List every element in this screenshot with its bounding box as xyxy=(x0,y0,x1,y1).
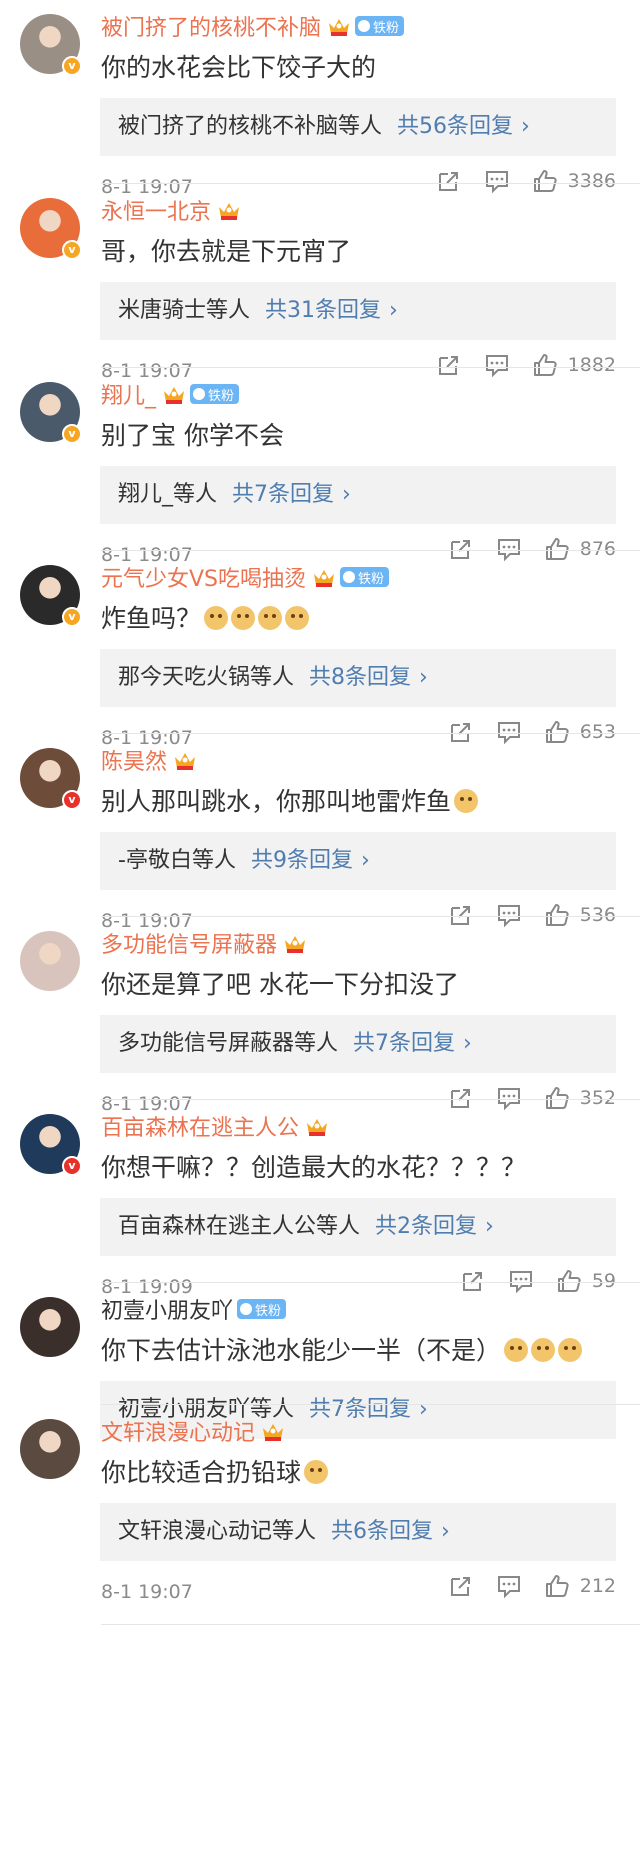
reply-count: 共2条回复 xyxy=(375,1214,478,1239)
crown-icon xyxy=(329,19,350,36)
reply-count: 共56条回复 xyxy=(397,114,514,139)
chevron-right-icon: › xyxy=(419,665,428,690)
reply-users: 百亩森林在逃主人公等人 xyxy=(118,1214,361,1239)
chevron-right-icon: › xyxy=(360,848,370,873)
replies-summary[interactable]: 被门挤了的核桃不补脑等人 共56条回复 › xyxy=(100,98,616,156)
verified-badge-icon: v xyxy=(62,607,82,627)
doge-emoji-icon xyxy=(558,1338,583,1362)
verified-badge-icon: v xyxy=(62,240,82,260)
fan-badge: 铁粉 xyxy=(340,567,390,587)
doge-emoji-icon xyxy=(231,606,256,630)
reply-users: 文轩浪漫心动记等人 xyxy=(118,1519,317,1544)
doge-emoji-icon xyxy=(285,606,310,630)
reply-count: 共8条回复 xyxy=(309,665,412,690)
chevron-right-icon: › xyxy=(342,482,351,507)
verified-badge-icon: v xyxy=(62,56,82,76)
fan-badge: 铁粉 xyxy=(237,1299,287,1319)
reply-users: 米唐骑士等人 xyxy=(118,298,251,323)
comment-item: v 元气少女VS吃喝抽烫 铁粉 炸鱼吗？ 那今天吃火锅等人 共8条回复 › 8-1 … xyxy=(0,551,640,749)
reply-users: 多功能信号屏蔽器等人 xyxy=(118,1031,339,1056)
replies-summary[interactable]: 多功能信号屏蔽器等人 共7条回复 › xyxy=(100,1015,616,1073)
comment-item: v 被门挤了的核桃不补脑 铁粉 你的水花会比下饺子大的 被门挤了的核桃不补脑等人 … xyxy=(0,0,640,198)
fan-badge: 铁粉 xyxy=(190,384,240,404)
fan-badge: 铁粉 xyxy=(355,16,405,36)
replies-summary[interactable]: 文轩浪漫心动记等人 共6条回复 › xyxy=(100,1503,616,1561)
replies-summary[interactable]: 翔儿_等人 共7条回复 › xyxy=(100,466,616,524)
replies-summary[interactable]: 米唐骑士等人 共31条回复 › xyxy=(100,282,616,340)
like-count: 212 xyxy=(579,1575,616,1597)
reply-count: 共31条回复 xyxy=(265,298,382,323)
comment-text: 你想干嘛？？创造最大的水花？？？？ xyxy=(101,1153,527,1182)
avatar[interactable] xyxy=(20,1419,80,1479)
verified-badge-icon: v xyxy=(62,424,82,444)
comment-item: v 永恒一北京 哥，你去就是下元宵了 米唐骑士等人 共31条回复 › 8-1 19… xyxy=(0,184,640,382)
verified-badge-icon: v xyxy=(62,1156,82,1176)
avatar[interactable] xyxy=(20,1297,80,1357)
replies-summary[interactable]: 百亩森林在逃主人公等人 共2条回复 › xyxy=(100,1198,616,1256)
chevron-right-icon: › xyxy=(441,1519,450,1544)
comment-text: 你的水花会比下饺子大的 xyxy=(101,53,377,82)
verified-badge-icon: v xyxy=(62,790,82,810)
doge-emoji-icon xyxy=(531,1338,556,1362)
comment-text: 你比较适合扔铅球 xyxy=(101,1453,329,1489)
comment-item: 初壹小朋友吖 铁粉 你下去估计泳池水能少一半（不是） 初壹小朋友吖等人 共7条回复… xyxy=(0,1283,640,1439)
doge-emoji-icon xyxy=(454,789,479,813)
comment-text: 别人那叫跳水，你那叫地雷炸鱼 xyxy=(101,782,479,818)
username[interactable]: 被门挤了的核桃不补脑 铁粉 xyxy=(101,10,405,42)
chevron-right-icon: › xyxy=(389,298,398,323)
divider xyxy=(101,1624,640,1625)
crown-icon xyxy=(307,1119,328,1136)
username[interactable]: 翔儿_ 铁粉 xyxy=(101,378,240,410)
replies-summary[interactable]: -亭敬白等人 共9条回复 › xyxy=(100,832,616,890)
comment-actions: 212 xyxy=(426,1573,616,1599)
replies-summary[interactable]: 那今天吃火锅等人 共8条回复 › xyxy=(100,649,616,707)
username[interactable]: 初壹小朋友吖 铁粉 xyxy=(101,1293,287,1325)
reply-users: -亭敬白等人 xyxy=(118,848,236,873)
comment-item: 文轩浪漫心动记 你比较适合扔铅球 文轩浪漫心动记等人 共6条回复 › 8-1 19… xyxy=(0,1405,640,1625)
comment-item: v 陈昊然 别人那叫跳水，你那叫地雷炸鱼 -亭敬白等人 共9条回复 › 8-1 1… xyxy=(0,734,640,932)
comment-item: 多功能信号屏蔽器 你还是算了吧 水花一下分扣没了 多功能信号屏蔽器等人 共7条回… xyxy=(0,917,640,1115)
crown-icon xyxy=(219,203,240,220)
doge-emoji-icon xyxy=(504,1338,529,1362)
reply-count: 共9条回复 xyxy=(250,848,353,873)
username[interactable]: 百亩森林在逃主人公 xyxy=(101,1110,329,1142)
comment-item: v 翔儿_ 铁粉 别了宝 你学不会 翔儿_等人 共7条回复 › 8-1 19:07 … xyxy=(0,368,640,566)
comment-text: 你下去估计泳池水能少一半（不是） xyxy=(101,1331,583,1367)
crown-icon xyxy=(314,570,335,587)
comment-text: 别了宝 你学不会 xyxy=(101,421,284,450)
doge-emoji-icon xyxy=(304,1460,329,1484)
comment-time: 8-1 19:07 xyxy=(101,1581,193,1603)
comment-text: 哥，你去就是下元宵了 xyxy=(101,237,352,266)
crown-icon xyxy=(263,1424,284,1441)
share-icon[interactable] xyxy=(448,1573,474,1599)
comment-text: 你还是算了吧 水花一下分扣没了 xyxy=(101,970,459,999)
comment-icon[interactable] xyxy=(496,1573,522,1599)
chevron-right-icon: › xyxy=(463,1031,472,1056)
reply-users: 被门挤了的核桃不补脑等人 xyxy=(118,114,383,139)
crown-icon xyxy=(175,753,196,770)
username[interactable]: 文轩浪漫心动记 xyxy=(101,1415,285,1447)
crown-icon xyxy=(285,936,306,953)
chevron-right-icon: › xyxy=(521,114,530,139)
like-button[interactable]: 212 xyxy=(544,1573,616,1599)
doge-emoji-icon xyxy=(258,606,283,630)
comment-item: v 百亩森林在逃主人公 你想干嘛？？创造最大的水花？？？？ 百亩森林在逃主人公等… xyxy=(0,1100,640,1298)
comment-text: 炸鱼吗？ xyxy=(101,599,310,635)
reply-users: 那今天吃火锅等人 xyxy=(118,665,295,690)
like-icon xyxy=(545,1575,569,1597)
chevron-right-icon: › xyxy=(485,1214,494,1239)
reply-count: 共7条回复 xyxy=(353,1031,456,1056)
username[interactable]: 陈昊然 xyxy=(101,744,197,776)
username[interactable]: 永恒一北京 xyxy=(101,194,241,226)
doge-emoji-icon xyxy=(204,606,229,630)
crown-icon xyxy=(164,387,185,404)
reply-users: 翔儿_等人 xyxy=(118,482,218,507)
username[interactable]: 多功能信号屏蔽器 xyxy=(101,927,307,959)
reply-count: 共7条回复 xyxy=(232,482,335,507)
avatar[interactable] xyxy=(20,931,80,991)
reply-count: 共6条回复 xyxy=(331,1519,434,1544)
username[interactable]: 元气少女VS吃喝抽烫 铁粉 xyxy=(101,561,390,593)
